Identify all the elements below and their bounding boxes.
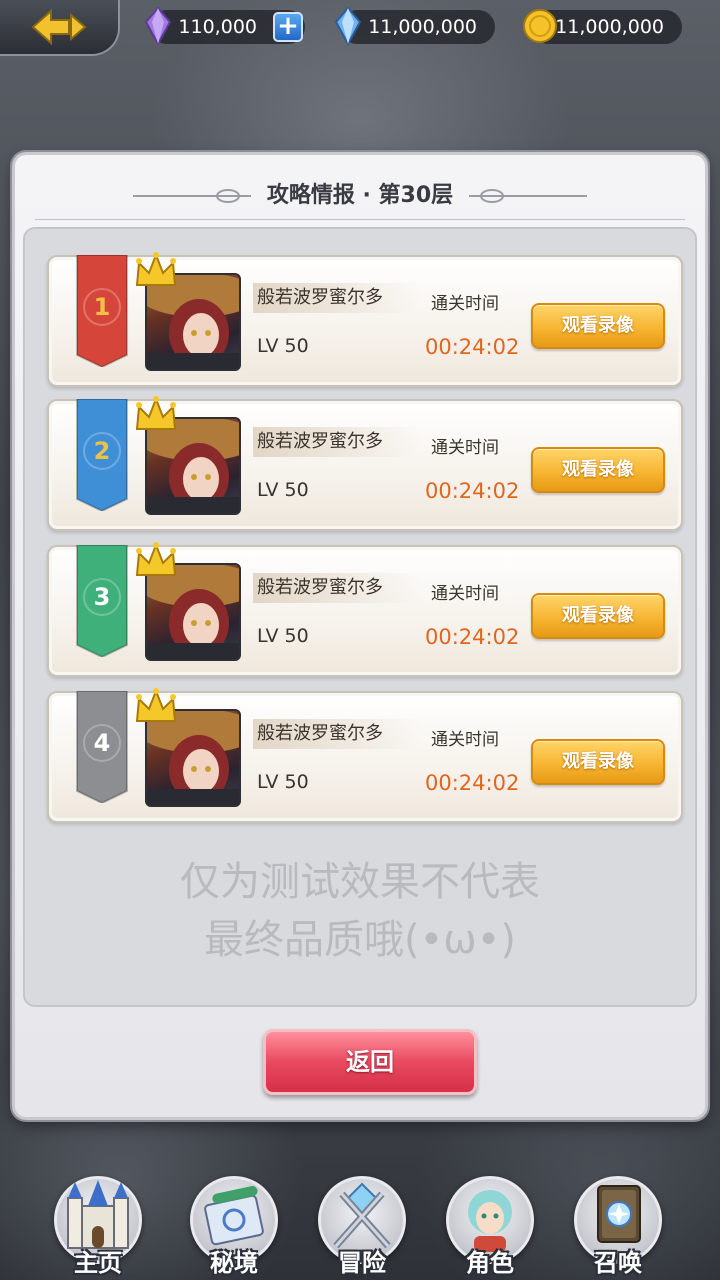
watch-replay-button[interactable]: 观看录像 bbox=[531, 739, 665, 785]
rank-number: 4 bbox=[93, 729, 111, 757]
rank-number: 1 bbox=[93, 293, 111, 321]
crown-icon bbox=[135, 252, 177, 286]
clear-time-value: 00:24:02 bbox=[425, 771, 520, 795]
clear-time-label: 通关时间 bbox=[431, 584, 499, 604]
clear-time-value: 00:24:02 bbox=[425, 625, 520, 649]
player-level: LV 50 bbox=[257, 625, 309, 647]
clear-time-value: 00:24:02 bbox=[425, 335, 520, 359]
ranking-list: 1 般若波罗蜜尔多 LV 50 通关时间 00:24:02 观看录像 2 般若波罗蜜尔多 LV … bbox=[23, 227, 697, 1007]
rank-card: 3 般若波罗蜜尔多 LV 50 通关时间 00:24:02 观看录像 bbox=[47, 542, 683, 677]
nav-character[interactable]: 角色 bbox=[440, 1162, 540, 1280]
player-level: LV 50 bbox=[257, 335, 309, 357]
player-name: 般若波罗蜜尔多 bbox=[253, 719, 421, 749]
clear-time-label: 通关时间 bbox=[431, 294, 499, 314]
purple-crystal-icon bbox=[144, 6, 172, 47]
watch-replay-button[interactable]: 观看录像 bbox=[531, 593, 665, 639]
nav-adventure-label: 冒险 bbox=[338, 1249, 386, 1277]
rank-number: 2 bbox=[93, 437, 111, 465]
blue-crystal-value: 11,000,000 bbox=[368, 16, 477, 38]
title-divider-right bbox=[469, 195, 587, 197]
nav-secret-realm[interactable]: 秘境 bbox=[184, 1162, 284, 1280]
nav-character-label: 角色 bbox=[466, 1249, 514, 1277]
add-crystal-button[interactable]: + bbox=[273, 12, 303, 42]
nav-summon-label: 召唤 bbox=[594, 1249, 642, 1277]
clear-time-value: 00:24:02 bbox=[425, 479, 520, 503]
crown-icon bbox=[135, 688, 177, 722]
test-note-line-2: 最终品质哦(•ω•) bbox=[204, 917, 516, 963]
clear-time-label: 通关时间 bbox=[431, 730, 499, 750]
rank-number: 3 bbox=[93, 583, 111, 611]
strategy-info-panel: 攻略情报 · 第30层 1 般若波罗蜜尔多 LV 50 通关时间 00:24:02 观看录… bbox=[12, 152, 708, 1120]
gold-coin-icon bbox=[523, 9, 557, 43]
panel-title: 攻略情报 · 第30层 bbox=[266, 183, 454, 208]
blue-crystal-counter: 11,000,000 bbox=[334, 6, 495, 47]
nav-home[interactable]: 主页 bbox=[48, 1162, 148, 1280]
player-level: LV 50 bbox=[257, 771, 309, 793]
blue-crystal-icon bbox=[334, 6, 362, 47]
watch-replay-button[interactable]: 观看录像 bbox=[531, 303, 665, 349]
nav-adventure[interactable]: 冒险 bbox=[312, 1162, 412, 1280]
panel-divider bbox=[35, 219, 685, 220]
gold-coin-counter: 11,000,000 bbox=[523, 9, 682, 44]
purple-crystal-counter: 110,000 + bbox=[144, 6, 305, 47]
player-level: LV 50 bbox=[257, 479, 309, 501]
back-arrow-icon bbox=[31, 8, 87, 46]
nav-home-label: 主页 bbox=[74, 1249, 122, 1277]
watch-replay-button[interactable]: 观看录像 bbox=[531, 447, 665, 493]
player-name: 般若波罗蜜尔多 bbox=[253, 283, 421, 313]
bottom-nav: 主页 秘境 冒险 角色 召唤 bbox=[0, 1140, 720, 1280]
player-name: 般若波罗蜜尔多 bbox=[253, 573, 421, 603]
top-bar: 110,000 + 11,000,000 11,000,000 bbox=[0, 0, 720, 60]
crown-icon bbox=[135, 396, 177, 430]
rank-card: 2 般若波罗蜜尔多 LV 50 通关时间 00:24:02 观看录像 bbox=[47, 396, 683, 531]
gold-coin-value: 11,000,000 bbox=[555, 16, 664, 38]
purple-crystal-value: 110,000 bbox=[178, 16, 257, 38]
crown-icon bbox=[135, 542, 177, 576]
nav-summon[interactable]: 召唤 bbox=[568, 1162, 668, 1280]
test-note-line-1: 仅为测试效果不代表 bbox=[180, 859, 540, 905]
rank-card: 4 般若波罗蜜尔多 LV 50 通关时间 00:24:02 观看录像 bbox=[47, 688, 683, 823]
back-button[interactable] bbox=[0, 0, 120, 56]
rank-card: 1 般若波罗蜜尔多 LV 50 通关时间 00:24:02 观看录像 bbox=[47, 252, 683, 387]
nav-secret-realm-label: 秘境 bbox=[210, 1249, 258, 1277]
return-button[interactable]: 返回 bbox=[263, 1029, 477, 1095]
player-name: 般若波罗蜜尔多 bbox=[253, 427, 421, 457]
clear-time-label: 通关时间 bbox=[431, 438, 499, 458]
